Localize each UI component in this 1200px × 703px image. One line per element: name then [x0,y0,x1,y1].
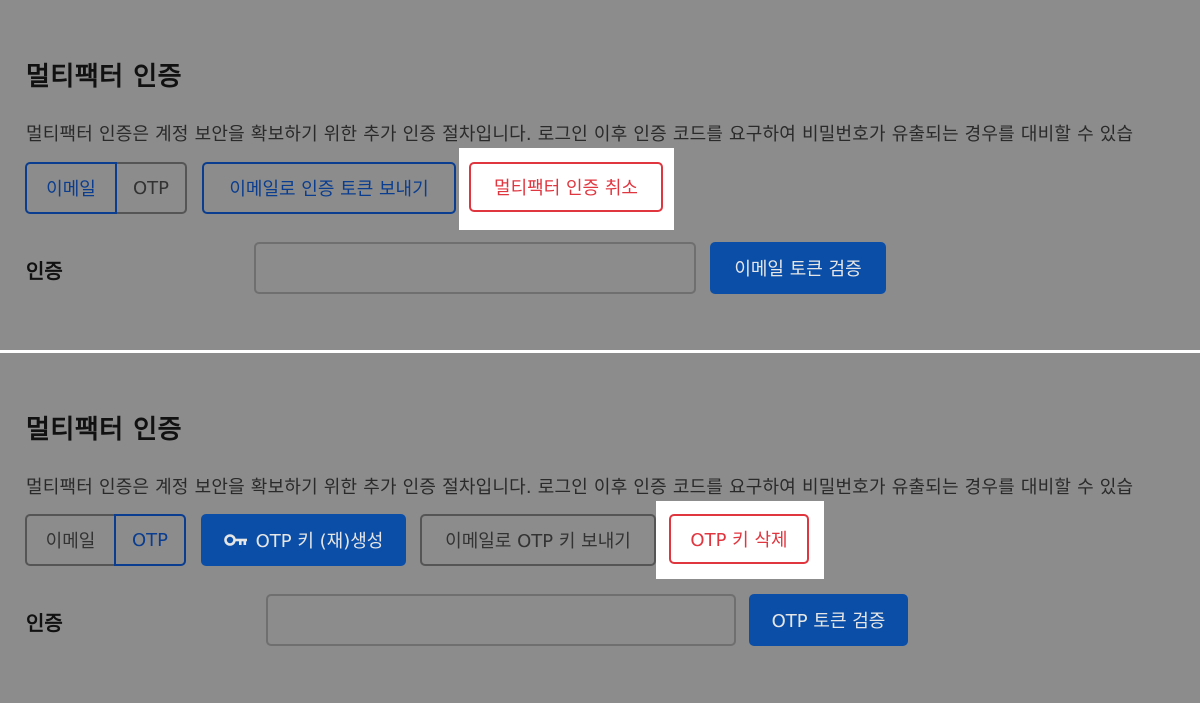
tab-otp[interactable]: OTP [114,514,186,566]
key-icon [223,534,247,546]
delete-otp-key-button[interactable]: OTP 키 삭제 [669,514,809,564]
method-toggle: 이메일 OTP [25,514,186,566]
page-title: 멀티팩터 인증 [26,62,183,92]
regenerate-otp-key-label: OTP 키 (재)생성 [255,531,384,552]
tab-otp[interactable]: OTP [117,162,187,214]
mfa-panel-otp: 멀티팩터 인증 멀티팩터 인증은 계정 보안을 확보하기 위한 추가 인증 절차… [0,353,1200,703]
mfa-panel-email: 멀티팩터 인증 멀티팩터 인증은 계정 보안을 확보하기 위한 추가 인증 절차… [0,0,1200,350]
method-toggle: 이메일 OTP [25,162,187,214]
description: 멀티팩터 인증은 계정 보안을 확보하기 위한 추가 인증 절차입니다. 로그인… [26,124,1134,145]
auth-label: 인증 [26,259,63,283]
auth-code-input[interactable] [254,242,696,294]
regenerate-otp-key-button[interactable]: OTP 키 (재)생성 [201,514,406,566]
auth-code-input[interactable] [266,594,736,646]
tab-email[interactable]: 이메일 [25,162,117,214]
description: 멀티팩터 인증은 계정 보안을 확보하기 위한 추가 인증 절차입니다. 로그인… [26,477,1134,498]
send-otp-key-email-button[interactable]: 이메일로 OTP 키 보내기 [420,514,656,566]
verify-email-token-button[interactable]: 이메일 토큰 검증 [710,242,886,294]
send-email-token-button[interactable]: 이메일로 인증 토큰 보내기 [202,162,456,214]
auth-label: 인증 [26,611,63,635]
cancel-mfa-button[interactable]: 멀티팩터 인증 취소 [469,162,663,212]
page-title: 멀티팩터 인증 [26,415,183,445]
tab-email[interactable]: 이메일 [25,514,114,566]
verify-otp-token-button[interactable]: OTP 토큰 검증 [749,594,908,646]
